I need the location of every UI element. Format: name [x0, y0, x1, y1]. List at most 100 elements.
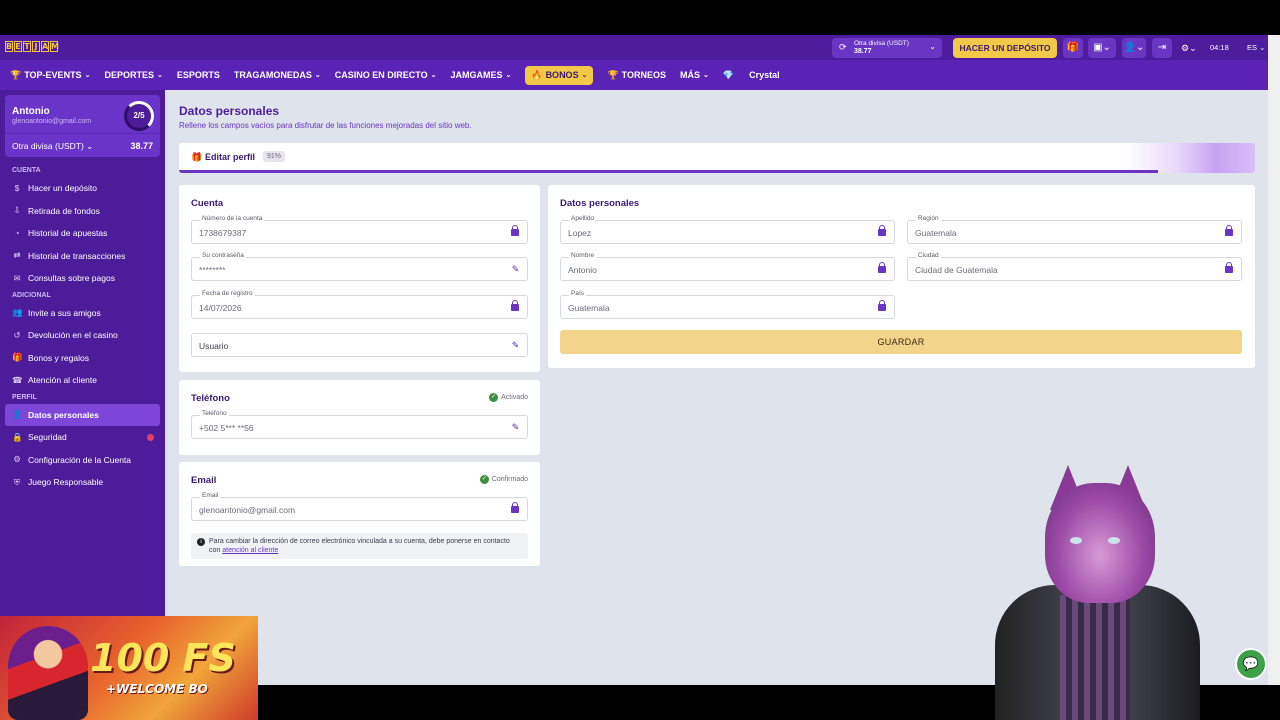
avatar-eye: [1108, 537, 1120, 544]
nav-item-torneos[interactable]: 🏆 TORNEOS: [607, 70, 666, 81]
language-selector[interactable]: ES ⌄: [1247, 38, 1265, 58]
nav-item-esports[interactable]: ESPORTS: [177, 70, 220, 80]
logo-letter: B: [5, 41, 13, 52]
page-scrollbar[interactable]: [1268, 35, 1280, 685]
cashback-icon: ↺: [13, 329, 21, 340]
field-label: País: [569, 290, 587, 297]
deposit-button[interactable]: HACER UN DEPÓSITO: [953, 38, 1057, 58]
chevron-down-icon: ⌄: [929, 42, 936, 51]
sidebar-item-label: Datos personales: [28, 409, 99, 420]
support-icon: ☎: [12, 374, 23, 385]
completion-progress-bar: [179, 170, 1159, 173]
balance-value: 38.77: [130, 141, 153, 151]
nav-label: TORNEOS: [621, 70, 667, 80]
currency-selector[interactable]: ⟳ Otra divisa (USDT) 38.77 ⌄: [832, 38, 942, 58]
nav-label: MÁS: [680, 70, 701, 80]
sidebar-item-label: Consultas sobre pagos: [28, 273, 115, 284]
check-shield-icon: ✓: [489, 393, 499, 402]
promo-headline: 100 FS: [90, 636, 236, 680]
logo-letter: M: [50, 41, 59, 52]
promo-subline: +WELCOME BO: [106, 682, 208, 696]
registration-date-field: Fecha de registro 14/07/2026: [191, 290, 528, 319]
chevron-down-icon: ⌄: [505, 72, 512, 79]
dollar-icon: $: [14, 183, 20, 194]
nav-item-bonos[interactable]: 🔥 BONOS ⌄: [525, 65, 594, 85]
sidebar-item-label: Invite a sus amigos: [28, 307, 101, 318]
gift-icon[interactable]: 🎁: [1063, 38, 1083, 58]
nav-item-jamgames[interactable]: JAMGAMES ⌄: [450, 70, 511, 80]
chevron-down-icon: ⌄: [314, 72, 321, 79]
withdraw-icon: ⇩: [13, 205, 21, 216]
surname-field: Apellido Lopez: [560, 215, 895, 244]
sidebar-section-title: ADICIONAL: [12, 291, 51, 299]
sidebar-item-user[interactable]: 👤 Datos personales: [5, 403, 160, 426]
nav-item-más[interactable]: MÁS ⌄: [680, 70, 709, 80]
alert-dot: [147, 434, 154, 441]
sidebar-item-label: Historial de transacciones: [28, 250, 126, 261]
trophy-icon: 🏆: [10, 69, 22, 80]
sidebar-item-history[interactable]: ◔ Historial de apuestas: [5, 222, 160, 245]
nav-item-crystal[interactable]: 💎 Crystal: [723, 70, 780, 81]
chevron-down-icon: ⌄: [703, 72, 709, 79]
welcome-promo-banner[interactable]: 100 FS +WELCOME BO: [0, 616, 258, 720]
betjam-logo[interactable]: BETJAM: [5, 41, 59, 53]
page-title: Datos personales: [179, 104, 280, 118]
edit-profile-tab[interactable]: 🎁 Editar perfil 91%: [179, 143, 1255, 173]
users-icon: 👥: [12, 307, 23, 318]
trophy-icon: 🏆: [607, 69, 619, 80]
field-value: ********: [199, 265, 226, 275]
sidebar: Antonio glenoantonio@gmail.com 2/5 Otra …: [0, 90, 165, 685]
nav-item-casino-en-directo[interactable]: CASINO EN DIRECTO ⌄: [335, 70, 437, 80]
profile-card[interactable]: Antonio glenoantonio@gmail.com 2/5: [5, 95, 160, 133]
nav-item-top-events[interactable]: 🏆 TOP-EVENTS ⌄: [10, 70, 90, 81]
field-value: 14/07/2026: [199, 303, 242, 313]
field-label: Región: [916, 215, 941, 222]
sidebar-item-transfer[interactable]: ⇄ Historial de transacciones: [5, 245, 160, 268]
nav-item-deportes[interactable]: DEPORTES ⌄: [104, 70, 162, 80]
check-shield-icon: ✓: [479, 475, 489, 484]
sidebar-item-shield[interactable]: ⛨ Juego Responsable: [5, 471, 160, 494]
sidebar-item-support[interactable]: ☎ Atención al cliente: [5, 369, 160, 392]
logo-letter: T: [23, 41, 31, 52]
sidebar-item-lock[interactable]: 🔒 Seguridad: [5, 426, 160, 449]
sidebar-item-gift[interactable]: 🎁 Bonos y regalos: [5, 347, 160, 370]
nav-item-tragamonedas[interactable]: TRAGAMONEDAS ⌄: [234, 70, 321, 80]
sidebar-item-users[interactable]: 👥 Invite a sus amigos: [5, 302, 160, 325]
logout-icon[interactable]: ⇥: [1152, 38, 1172, 58]
sidebar-item-label: Historial de apuestas: [28, 228, 108, 239]
sidebar-item-label: Retirada de fondos: [28, 205, 100, 216]
lock-icon: [878, 300, 886, 311]
main-nav: 🏆 TOP-EVENTS ⌄ DEPORTES ⌄ ESPORTS TRAGAMONEDAS…: [0, 60, 1280, 90]
chat-bubble-icon[interactable]: 💬: [1235, 648, 1267, 680]
logo-letter: A: [41, 41, 49, 52]
field-label: Email: [200, 492, 221, 499]
user-name: Antonio: [12, 106, 50, 117]
sidebar-item-label: Devolución en el casino: [28, 330, 118, 341]
support-link[interactable]: atención al cliente: [222, 547, 278, 554]
field-label: Teléfono: [200, 410, 229, 417]
gear-icon[interactable]: ⚙⌄: [1181, 38, 1197, 58]
user-icon[interactable]: 👤⌄: [1122, 38, 1146, 58]
sidebar-item-chat[interactable]: ✉ Consultas sobre pagos: [5, 267, 160, 290]
pencil-icon[interactable]: ✎: [510, 340, 521, 351]
chevron-down-icon: ⌄: [581, 72, 588, 79]
status-badge: ✓ Confirmado: [479, 475, 528, 484]
sidebar-item-withdraw[interactable]: ⇩ Retirada de fondos: [5, 200, 160, 223]
sidebar-item-dollar[interactable]: $ Hacer un depósito: [5, 177, 160, 200]
sidebar-item-cashback[interactable]: ↺ Devolución en el casino: [5, 324, 160, 347]
pencil-icon[interactable]: ✎: [510, 422, 521, 433]
field-value: Guatemala: [915, 228, 957, 238]
field-value: Guatemala: [568, 303, 610, 313]
wallet-icon[interactable]: ▣⌄: [1088, 38, 1116, 58]
balance-row[interactable]: Otra divisa (USDT) ⌄ 38.77: [5, 133, 160, 157]
phone-card: Teléfono ✓ Activado Teléfono +502 5*** **…: [179, 380, 540, 455]
sidebar-item-gear[interactable]: ⚙ Configuración de la Cuenta: [5, 449, 160, 472]
refresh-icon[interactable]: ⟳: [839, 43, 847, 52]
username-field[interactable]: Usuario ✎: [191, 333, 528, 357]
card-title: Email: [191, 475, 217, 486]
account-number-field: Número de la cuenta 1738679387: [191, 215, 528, 244]
history-icon: ◔: [14, 228, 20, 239]
save-button[interactable]: GUARDAR: [560, 330, 1242, 354]
pencil-icon[interactable]: ✎: [510, 264, 521, 275]
field-label: Fecha de registro: [200, 290, 255, 297]
